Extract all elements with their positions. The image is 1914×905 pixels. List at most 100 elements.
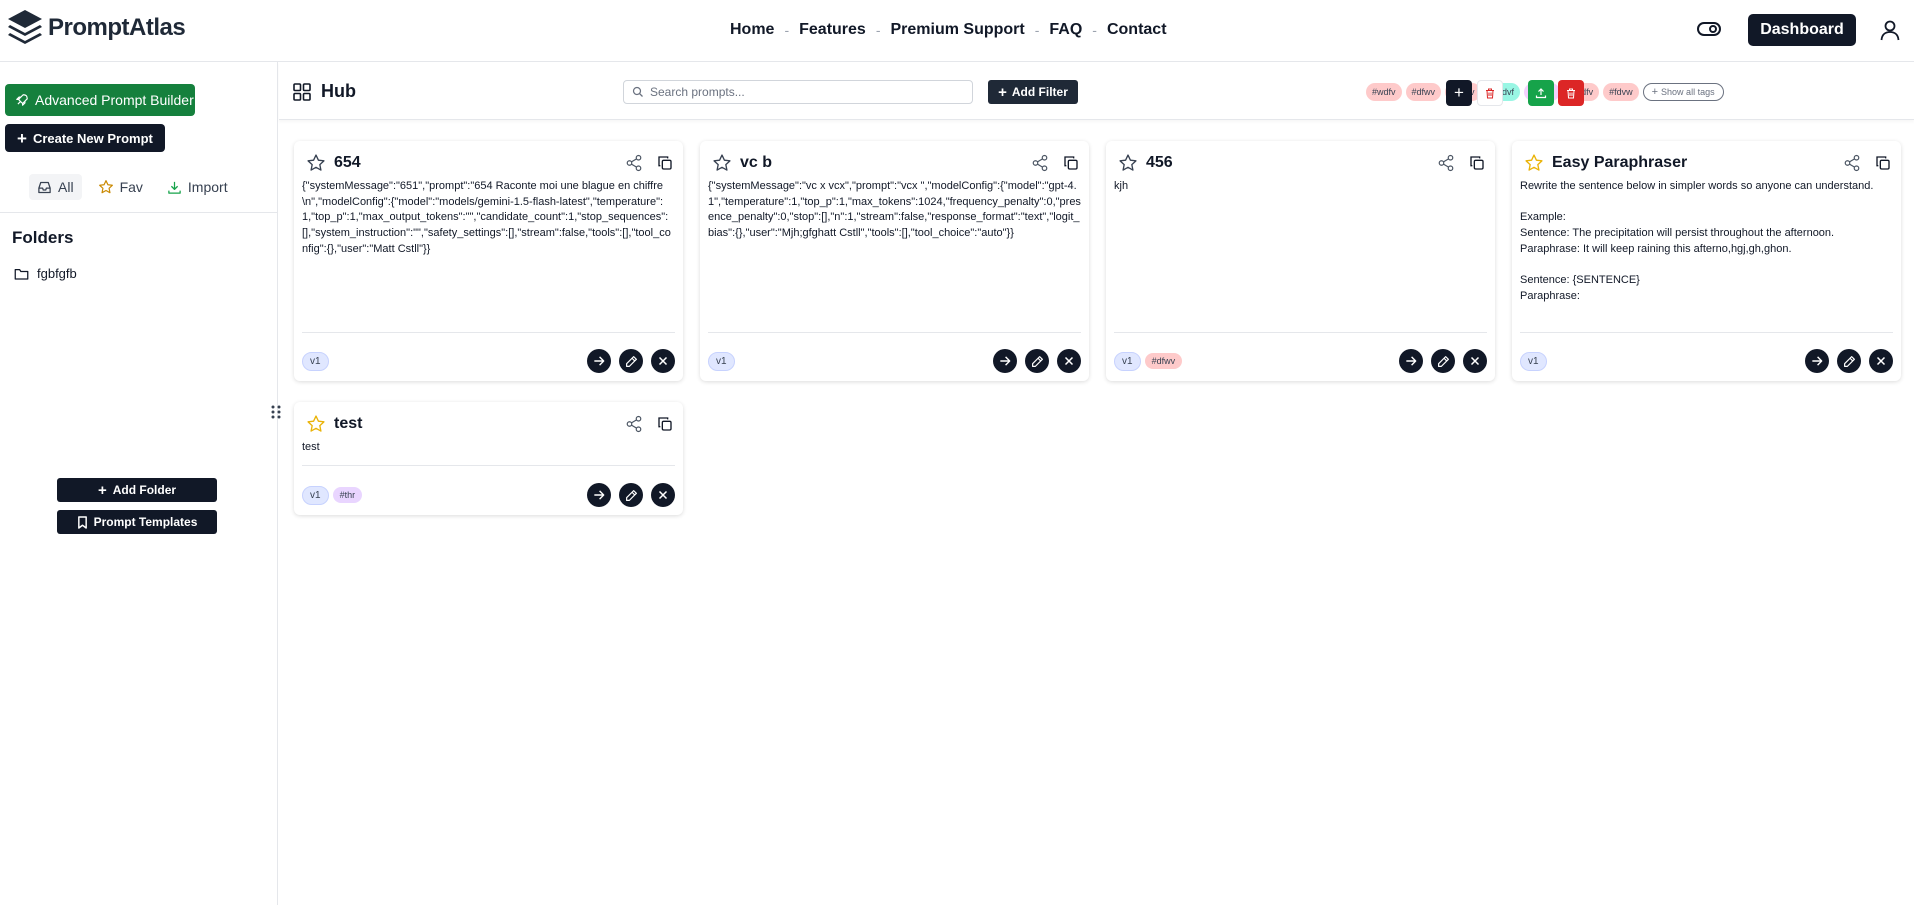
- nav-features[interactable]: Features: [799, 21, 866, 39]
- user-icon[interactable]: [1878, 18, 1902, 42]
- pencil-icon: [1843, 355, 1855, 367]
- run-prompt-button[interactable]: [993, 349, 1017, 373]
- edit-prompt-button[interactable]: [1025, 349, 1049, 373]
- theme-toggle-icon[interactable]: [1696, 18, 1722, 40]
- card-divider: [302, 332, 675, 333]
- card-actions: [587, 483, 675, 507]
- advanced-prompt-builder-button[interactable]: Advanced Prompt Builder: [5, 84, 195, 116]
- nav-premium-support[interactable]: Premium Support: [891, 21, 1025, 39]
- card-divider: [1520, 332, 1893, 333]
- search-input[interactable]: [650, 85, 950, 99]
- card-header-actions: [1437, 154, 1485, 172]
- create-new-prompt-button[interactable]: + Create New Prompt: [5, 124, 165, 152]
- copy-icon[interactable]: [1063, 155, 1079, 171]
- tag-pill[interactable]: #dfwv: [1405, 83, 1442, 101]
- brand-logo[interactable]: PromptAtlas: [6, 8, 186, 48]
- plus-icon: +: [97, 481, 107, 499]
- arrow-right-icon: [594, 490, 605, 500]
- main-nav: Home - Features - Premium Support - FAQ …: [730, 21, 1167, 39]
- prompt-card[interactable]: test test v1 #thr: [294, 402, 683, 515]
- share-icon[interactable]: [1031, 154, 1049, 172]
- delete-prompt-button[interactable]: [651, 349, 675, 373]
- favorite-star-icon[interactable]: [1524, 153, 1544, 173]
- favorite-star-icon[interactable]: [712, 153, 732, 173]
- card-divider: [302, 465, 675, 466]
- favorite-star-icon[interactable]: [1118, 153, 1138, 173]
- delete-prompt-button[interactable]: [1869, 349, 1893, 373]
- delete-prompt-button[interactable]: [1057, 349, 1081, 373]
- nav-home[interactable]: Home: [730, 21, 774, 39]
- edit-prompt-button[interactable]: [1837, 349, 1861, 373]
- card-header: 456: [1118, 151, 1485, 175]
- hub-title-text: Hub: [321, 81, 356, 101]
- copy-icon[interactable]: [657, 416, 673, 432]
- run-prompt-button[interactable]: [1805, 349, 1829, 373]
- folder-icon: [14, 268, 29, 280]
- card-prompt-text: Rewrite the sentence below in simpler wo…: [1520, 180, 1874, 302]
- copy-icon[interactable]: [1875, 155, 1891, 171]
- run-prompt-button[interactable]: [587, 483, 611, 507]
- share-icon[interactable]: [625, 415, 643, 433]
- tab-all[interactable]: All: [29, 174, 82, 200]
- favorite-star-icon[interactable]: [306, 153, 326, 173]
- delete-prompt-button[interactable]: [1463, 349, 1487, 373]
- create-new-prompt-label: Create New Prompt: [32, 130, 153, 146]
- plus-icon: +: [1454, 83, 1464, 102]
- download-icon: [168, 181, 181, 194]
- copy-icon[interactable]: [1469, 155, 1485, 171]
- show-all-tags-button[interactable]: + Show all tags: [1642, 83, 1724, 101]
- share-icon[interactable]: [1843, 154, 1861, 172]
- nav-faq[interactable]: FAQ: [1049, 21, 1082, 39]
- card-tag-pill[interactable]: #thr: [332, 487, 363, 503]
- add-filter-button[interactable]: + Add Filter: [988, 80, 1078, 104]
- delete-all-button[interactable]: [1558, 80, 1584, 106]
- sidebar-resize-handle-icon[interactable]: [270, 404, 282, 420]
- card-tags: #thr: [332, 487, 363, 503]
- card-tags: #dfwv: [1144, 353, 1183, 369]
- nav-contact[interactable]: Contact: [1107, 21, 1167, 39]
- card-header: vc b: [712, 151, 1079, 175]
- card-title: 456: [1146, 154, 1173, 171]
- rocket-icon: [16, 94, 28, 106]
- delete-prompt-button[interactable]: [651, 483, 675, 507]
- close-icon: [658, 356, 668, 366]
- edit-prompt-button[interactable]: [619, 349, 643, 373]
- nav-separator: -: [1034, 22, 1040, 38]
- run-prompt-button[interactable]: [1399, 349, 1423, 373]
- card-tag-pill[interactable]: #dfwv: [1144, 353, 1183, 369]
- card-footer: v1: [708, 348, 1081, 374]
- edit-prompt-button[interactable]: [1431, 349, 1455, 373]
- run-prompt-button[interactable]: [587, 349, 611, 373]
- sidebar: Advanced Prompt Builder + Create New Pro…: [0, 62, 278, 905]
- copy-icon[interactable]: [657, 155, 673, 171]
- add-tag-button[interactable]: +: [1446, 80, 1472, 106]
- card-header: test: [306, 412, 673, 436]
- dashboard-button[interactable]: Dashboard: [1748, 14, 1856, 46]
- add-folder-button[interactable]: + Add Folder: [57, 478, 217, 502]
- tag-pill[interactable]: #fdvw: [1603, 83, 1639, 101]
- prompt-card[interactable]: Easy Paraphraser Rewrite the sentence be…: [1512, 141, 1901, 381]
- card-title: test: [334, 415, 363, 432]
- tab-fav[interactable]: Fav: [90, 174, 151, 200]
- sidebar-divider: [0, 212, 278, 213]
- share-icon[interactable]: [1437, 154, 1455, 172]
- folder-item[interactable]: fgbfgfb: [14, 266, 77, 281]
- delete-tags-button[interactable]: [1477, 80, 1503, 106]
- edit-prompt-button[interactable]: [619, 483, 643, 507]
- export-button[interactable]: [1528, 80, 1554, 106]
- nav-separator: -: [784, 22, 790, 38]
- prompt-card[interactable]: 456 kjh v1 #dfwv: [1106, 141, 1495, 381]
- prompt-templates-button[interactable]: Prompt Templates: [57, 510, 217, 534]
- prompt-card[interactable]: vc b {"systemMessage":"vc x vcx","prompt…: [700, 141, 1089, 381]
- favorite-star-icon[interactable]: [306, 414, 326, 434]
- card-footer: v1: [302, 348, 675, 374]
- card-divider: [708, 332, 1081, 333]
- prompt-card[interactable]: 654 {"systemMessage":"651","prompt":"654…: [294, 141, 683, 381]
- pencil-icon: [1031, 355, 1043, 367]
- tab-import[interactable]: Import: [159, 174, 236, 200]
- plus-icon: +: [998, 83, 1007, 101]
- share-icon[interactable]: [625, 154, 643, 172]
- tag-pill[interactable]: #wdfv: [1366, 83, 1402, 101]
- version-badge: v1: [708, 351, 735, 371]
- card-title: Easy Paraphraser: [1552, 154, 1688, 171]
